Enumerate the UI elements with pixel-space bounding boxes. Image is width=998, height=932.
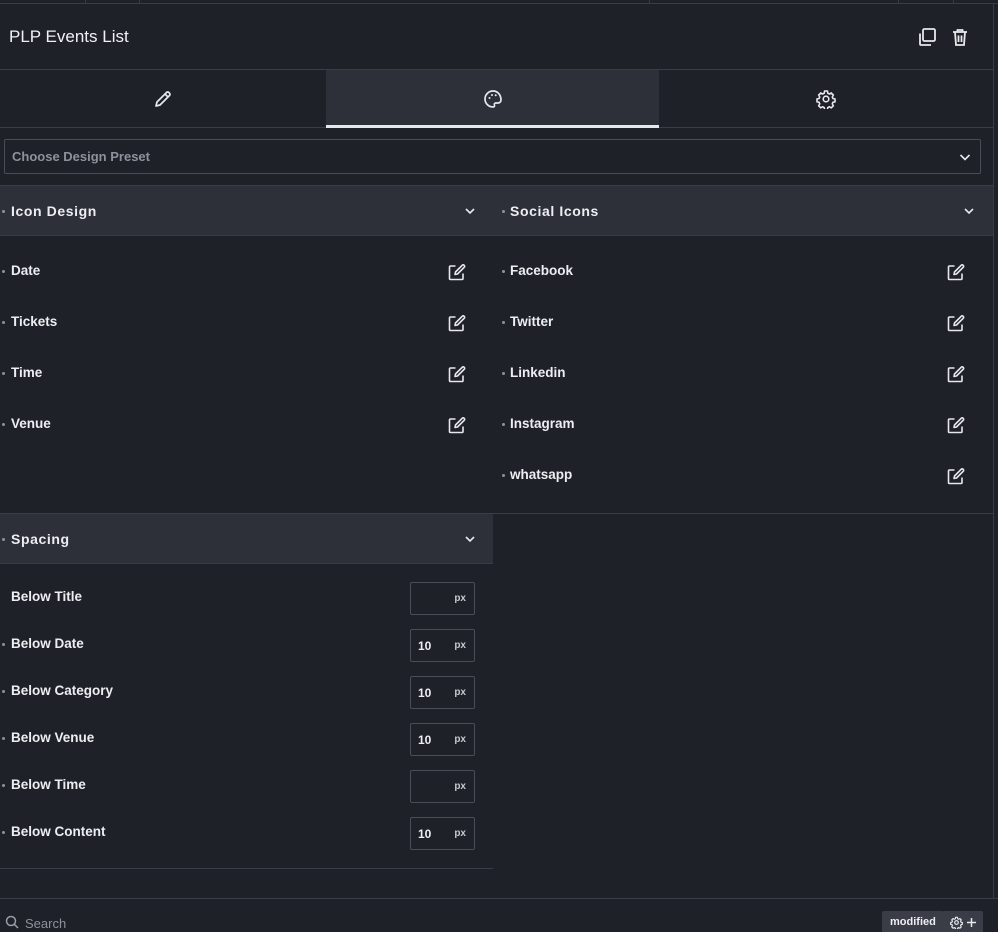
item-label: Tickets — [11, 314, 58, 329]
item-label: Instagram — [510, 416, 575, 431]
tab-bar — [0, 70, 993, 128]
search-input[interactable] — [25, 914, 325, 932]
list-item: Instagram — [493, 413, 993, 437]
unit-label: px — [454, 734, 466, 745]
item-label: Twitter — [510, 314, 554, 329]
number-field[interactable] — [411, 630, 449, 661]
gear-icon — [949, 916, 963, 929]
item-label: Date — [11, 263, 41, 278]
panel-header: PLP Events List — [0, 4, 993, 70]
divider — [0, 868, 493, 869]
duplicate-icon[interactable] — [916, 26, 938, 48]
section-title: Spacing — [11, 531, 70, 547]
tab-advanced[interactable] — [659, 70, 993, 127]
edit-icon[interactable] — [447, 364, 467, 384]
below-venue-input[interactable]: px — [410, 723, 475, 756]
list-item: Twitter — [493, 311, 993, 335]
below-title-input[interactable]: px — [410, 582, 475, 615]
chevron-down-icon — [958, 150, 972, 164]
edit-icon[interactable] — [946, 313, 966, 333]
panel-right-border — [993, 4, 994, 898]
footer-bar: modified — [0, 898, 998, 932]
tab-content[interactable] — [0, 70, 326, 127]
spacing-label: Below Category — [11, 683, 114, 698]
below-category-input[interactable]: px — [410, 676, 475, 709]
section-title: Icon Design — [11, 203, 97, 219]
spacing-label: Below Content — [11, 824, 106, 839]
list-item: whatsapp — [493, 464, 993, 488]
below-date-input[interactable]: px — [410, 629, 475, 662]
number-field[interactable] — [411, 771, 449, 802]
edit-icon[interactable] — [447, 313, 467, 333]
item-label: whatsapp — [510, 467, 573, 482]
section-spacing-header[interactable]: Spacing — [0, 513, 493, 564]
unit-label: px — [454, 828, 466, 839]
edit-icon[interactable] — [946, 262, 966, 282]
below-content-input[interactable]: px — [410, 817, 475, 850]
page-title: PLP Events List — [9, 27, 129, 46]
plus-icon — [966, 917, 977, 928]
pencil-icon — [153, 89, 173, 109]
unit-label: px — [454, 640, 466, 651]
number-field[interactable] — [411, 818, 449, 849]
number-field[interactable] — [411, 583, 449, 614]
search-icon — [5, 915, 19, 929]
edit-icon[interactable] — [946, 415, 966, 435]
chevron-down-icon — [463, 532, 477, 546]
edit-icon[interactable] — [946, 466, 966, 486]
design-preset-select[interactable]: Choose Design Preset — [4, 139, 981, 174]
divider — [493, 513, 993, 514]
spacing-label: Below Date — [11, 636, 84, 651]
below-time-input[interactable]: px — [410, 770, 475, 803]
palette-icon — [483, 89, 503, 109]
list-item: Linkedin — [493, 362, 993, 386]
list-item: Venue — [0, 413, 493, 437]
section-icon-design-header[interactable]: Icon Design — [0, 185, 493, 236]
modified-badge: modified — [882, 911, 944, 932]
settings-add-button[interactable] — [943, 911, 983, 932]
edit-icon[interactable] — [946, 364, 966, 384]
spacing-label: Below Title — [11, 589, 83, 604]
number-field[interactable] — [411, 724, 449, 755]
unit-label: px — [454, 593, 466, 604]
list-item: Tickets — [0, 311, 493, 335]
tab-style[interactable] — [326, 70, 659, 128]
trash-icon[interactable] — [949, 26, 971, 48]
section-title: Social Icons — [510, 203, 599, 219]
design-preset-placeholder: Choose Design Preset — [12, 149, 150, 164]
unit-label: px — [454, 781, 466, 792]
chevron-down-icon — [463, 204, 477, 218]
gear-icon — [816, 89, 836, 109]
item-label: Facebook — [510, 263, 574, 278]
item-label: Venue — [11, 416, 51, 431]
spacing-label: Below Venue — [11, 730, 95, 745]
spacing-label: Below Time — [11, 777, 86, 792]
edit-icon[interactable] — [447, 415, 467, 435]
number-field[interactable] — [411, 677, 449, 708]
list-item: Facebook — [493, 260, 993, 284]
item-label: Time — [11, 365, 43, 380]
list-item: Time — [0, 362, 493, 386]
unit-label: px — [454, 687, 466, 698]
section-social-icons-header[interactable]: Social Icons — [493, 185, 993, 236]
item-label: Linkedin — [510, 365, 566, 380]
edit-icon[interactable] — [447, 262, 467, 282]
chevron-down-icon — [962, 204, 976, 218]
list-item: Date — [0, 260, 493, 284]
